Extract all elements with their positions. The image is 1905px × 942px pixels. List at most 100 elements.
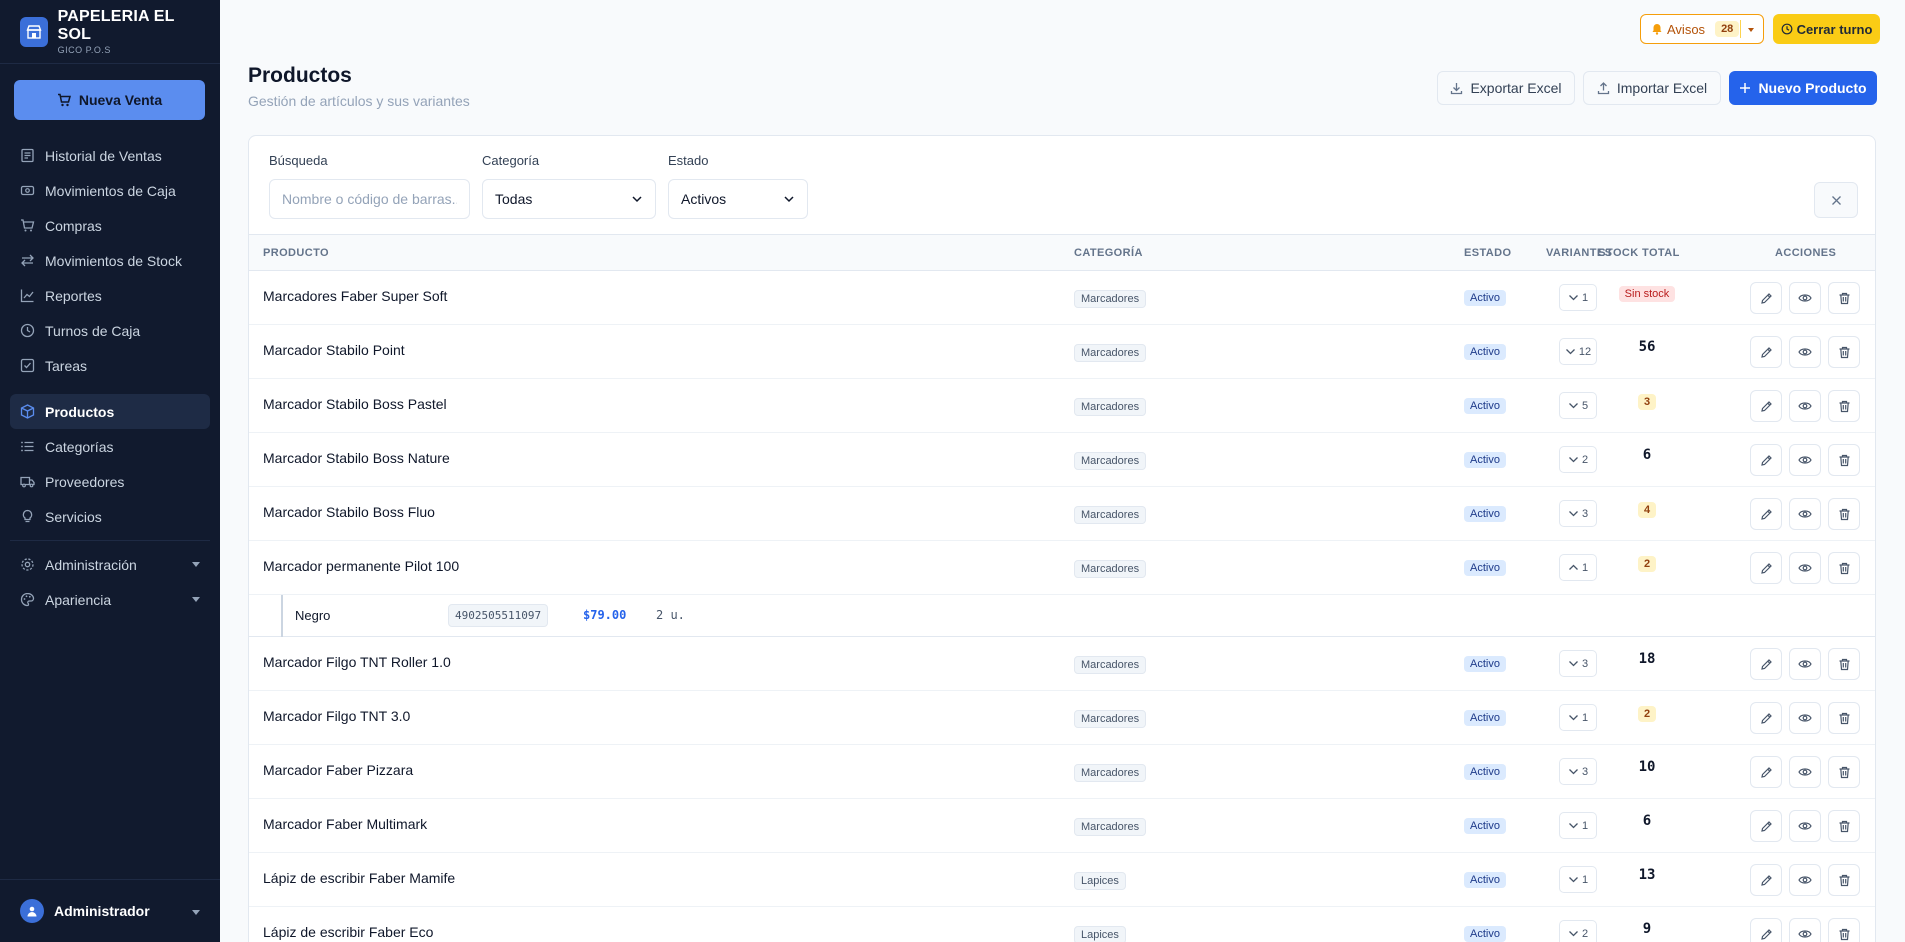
variants-toggle-button[interactable]: 3 [1559, 500, 1597, 527]
sidebar-item-productos[interactable]: Productos [10, 394, 210, 429]
chevron-down-icon[interactable] [1748, 28, 1754, 32]
view-button[interactable] [1789, 336, 1821, 368]
delete-button[interactable] [1828, 498, 1860, 530]
delete-button[interactable] [1828, 282, 1860, 314]
edit-button[interactable] [1750, 702, 1782, 734]
delete-button[interactable] [1828, 918, 1860, 942]
sidebar-item-historial-ventas[interactable]: Historial de Ventas [10, 138, 210, 173]
view-button[interactable] [1789, 498, 1821, 530]
view-button[interactable] [1789, 648, 1821, 680]
view-button[interactable] [1789, 390, 1821, 422]
edit-button[interactable] [1750, 648, 1782, 680]
table-row[interactable]: Marcador Stabilo Boss Pastel Marcadores Ac… [249, 379, 1875, 433]
delete-button[interactable] [1828, 336, 1860, 368]
header-category[interactable]: CATEGORÍA [1074, 247, 1143, 259]
product-name: Marcador permanente Pilot 100 [263, 558, 460, 574]
sidebar-item-servicios[interactable]: Servicios [10, 499, 210, 534]
sidebar-item-movimientos-caja[interactable]: Movimientos de Caja [10, 173, 210, 208]
stock-total: 2 [1599, 555, 1695, 572]
trash-icon [1839, 454, 1849, 466]
header-status[interactable]: ESTADO [1464, 247, 1511, 259]
sidebar-item-tareas[interactable]: Tareas [10, 348, 210, 383]
view-button[interactable] [1789, 918, 1821, 942]
table-row[interactable]: Marcador Faber Pizzara Marcadores Activo 3 1… [249, 745, 1875, 799]
edit-button[interactable] [1750, 390, 1782, 422]
header-stock[interactable]: STOCK TOTAL [1598, 247, 1679, 259]
product-name: Marcador Stabilo Boss Pastel [263, 396, 447, 412]
avisos-button[interactable]: Avisos 28 [1640, 14, 1764, 44]
sidebar-item-apariencia[interactable]: Apariencia [10, 582, 210, 617]
edit-button[interactable] [1750, 756, 1782, 788]
table-row[interactable]: Marcador permanente Pilot 100 Marcadores A… [249, 541, 1875, 595]
new-sale-button[interactable]: Nueva Venta [14, 80, 205, 120]
eye-icon [1798, 660, 1812, 668]
edit-button[interactable] [1750, 282, 1782, 314]
search-input[interactable] [269, 179, 470, 219]
variants-toggle-button[interactable]: 5 [1559, 392, 1597, 419]
variants-toggle-button[interactable]: 1 [1559, 866, 1597, 893]
sidebar-item-movimientos-stock[interactable]: Movimientos de Stock [10, 243, 210, 278]
sidebar-item-compras[interactable]: Compras [10, 208, 210, 243]
edit-button[interactable] [1750, 552, 1782, 584]
variants-toggle-button[interactable]: 1 [1559, 812, 1597, 839]
variants-toggle-button[interactable]: 12 [1559, 338, 1597, 365]
table-row[interactable]: Marcador Stabilo Boss Fluo Marcadores Acti… [249, 487, 1875, 541]
table-row[interactable]: Marcador Stabilo Boss Nature Marcadores Ac… [249, 433, 1875, 487]
delete-button[interactable] [1828, 648, 1860, 680]
variants-toggle-button[interactable]: 3 [1559, 650, 1597, 677]
status-badge: Activo [1464, 710, 1506, 726]
edit-button[interactable] [1750, 810, 1782, 842]
eye-icon [1798, 294, 1812, 302]
table-row[interactable]: Lápiz de escribir Faber Eco Lapices Activo… [249, 907, 1875, 942]
view-button[interactable] [1789, 702, 1821, 734]
sidebar-item-administracion[interactable]: Administración [10, 547, 210, 582]
variants-toggle-button[interactable]: 1 [1559, 704, 1597, 731]
edit-button[interactable] [1750, 336, 1782, 368]
sidebar-item-reportes[interactable]: Reportes [10, 278, 210, 313]
import-excel-button[interactable]: Importar Excel [1583, 71, 1721, 105]
edit-button[interactable] [1750, 918, 1782, 942]
table-row[interactable]: Marcadores Faber Super Soft Marcadores Act… [249, 271, 1875, 325]
variants-toggle-button[interactable]: 1 [1559, 554, 1597, 581]
edit-button[interactable] [1750, 864, 1782, 896]
view-button[interactable] [1789, 552, 1821, 584]
delete-button[interactable] [1828, 756, 1860, 788]
cerrar-turno-button[interactable]: Cerrar turno [1773, 14, 1880, 44]
export-excel-button[interactable]: Exportar Excel [1437, 71, 1575, 105]
brand[interactable]: PAPELERIA EL SOL GICO P.O.S [0, 0, 220, 64]
table-row[interactable]: Marcador Stabilo Point Marcadores Activo 12… [249, 325, 1875, 379]
delete-button[interactable] [1828, 444, 1860, 476]
table-row[interactable]: Lápiz de escribir Faber Mamife Lapices Act… [249, 853, 1875, 907]
view-button[interactable] [1789, 864, 1821, 896]
status-select[interactable]: Activos [668, 179, 808, 219]
category-select[interactable]: Todas [482, 179, 656, 219]
edit-button[interactable] [1750, 444, 1782, 476]
new-product-button[interactable]: Nuevo Producto [1729, 71, 1877, 105]
pencil-icon [1760, 508, 1772, 520]
header-product[interactable]: PRODUCTO [263, 247, 329, 259]
user-menu[interactable]: Administrador [0, 879, 220, 942]
variants-toggle-button[interactable]: 2 [1559, 920, 1597, 942]
status-label: Estado [668, 153, 709, 168]
sidebar-item-categorias[interactable]: Categorías [10, 429, 210, 464]
delete-button[interactable] [1828, 810, 1860, 842]
view-button[interactable] [1789, 756, 1821, 788]
variants-toggle-button[interactable]: 1 [1559, 284, 1597, 311]
view-button[interactable] [1789, 444, 1821, 476]
clear-filters-button[interactable] [1814, 182, 1858, 218]
variant-name: Negro [295, 608, 331, 623]
table-row[interactable]: Marcador Filgo TNT 3.0 Marcadores Activo 1 2 [249, 691, 1875, 745]
view-button[interactable] [1789, 810, 1821, 842]
delete-button[interactable] [1828, 702, 1860, 734]
edit-button[interactable] [1750, 498, 1782, 530]
table-row[interactable]: Marcador Faber Multimark Marcadores Activo… [249, 799, 1875, 853]
delete-button[interactable] [1828, 390, 1860, 422]
sidebar-item-turnos-caja[interactable]: Turnos de Caja [10, 313, 210, 348]
variants-toggle-button[interactable]: 3 [1559, 758, 1597, 785]
view-button[interactable] [1789, 282, 1821, 314]
variants-toggle-button[interactable]: 2 [1559, 446, 1597, 473]
delete-button[interactable] [1828, 864, 1860, 896]
delete-button[interactable] [1828, 552, 1860, 584]
sidebar-item-proveedores[interactable]: Proveedores [10, 464, 210, 499]
table-row[interactable]: Marcador Filgo TNT Roller 1.0 Marcadores A… [249, 637, 1875, 691]
